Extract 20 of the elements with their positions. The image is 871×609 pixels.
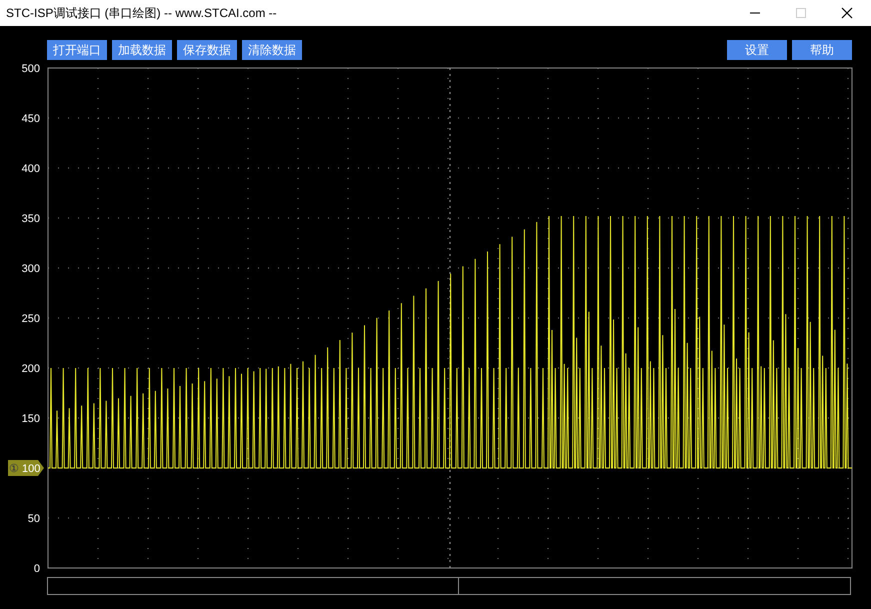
axis-label: 450 [22,113,40,125]
toolbar-button[interactable]: 帮助 [792,40,852,60]
toolbar-button[interactable]: 设置 [727,40,787,60]
toolbar-button[interactable]: 清除数据 [242,40,302,60]
axis-label: 200 [22,363,40,375]
toolbar-button[interactable]: 打开端口 [47,40,107,60]
axis-label: 50 [28,513,40,525]
axis-label: 500 [22,63,40,75]
axis-label: 0 [34,563,40,572]
close-icon[interactable] [841,7,853,19]
axis-label: 350 [22,213,40,225]
toolbar-button[interactable]: 加载数据 [112,40,172,60]
axis-label: 300 [22,263,40,275]
axis-label: 400 [22,163,40,175]
axis-label: 150 [22,413,40,425]
toolbar-button[interactable]: 保存数据 [177,40,237,60]
window-title: STC-ISP调试接口 (串口绘图) -- www.STCAI.com -- [6,4,277,22]
horizontal-scrollbar[interactable] [47,577,851,595]
channel-marker[interactable]: ① 100 [8,460,44,476]
axis-label: 250 [22,313,40,325]
